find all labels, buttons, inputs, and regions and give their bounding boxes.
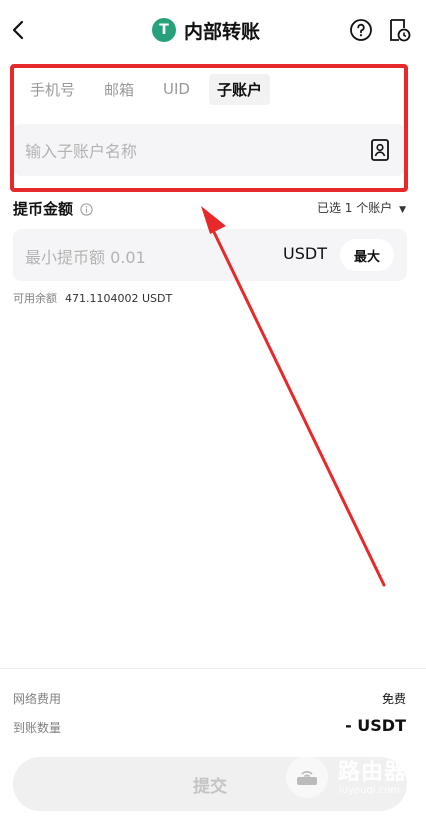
amount-label: 提币金额 — [13, 200, 74, 218]
usdt-coin-icon: T — [152, 18, 176, 42]
amount-input-placeholder: 最小提币额 0.01 — [25, 248, 146, 267]
amount-input[interactable]: 最小提币额 0.01 USDT 最大 — [13, 229, 407, 281]
selected-accounts-label: 已选 1 个账户 — [316, 201, 393, 215]
help-icon[interactable] — [349, 18, 373, 42]
history-record-icon[interactable] — [387, 17, 411, 43]
caret-down-icon: ▼ — [399, 205, 406, 215]
watermark-name: 路由器 — [338, 760, 408, 785]
info-icon[interactable] — [80, 201, 93, 216]
max-button[interactable]: 最大 — [340, 239, 394, 271]
available-balance: 可用余额 471.1104002 USDT — [13, 290, 172, 306]
watermark-site: luyouqi.com — [339, 785, 401, 796]
back-icon[interactable] — [8, 16, 32, 44]
divider — [0, 668, 426, 669]
page-title-group: T 内部转账 — [152, 14, 260, 46]
available-balance-label: 可用余额 — [13, 292, 57, 305]
page-title: 内部转账 — [184, 20, 261, 43]
highlight-annotation-box — [10, 64, 408, 192]
network-fee-label: 网络费用 — [13, 692, 62, 706]
selected-accounts-dropdown[interactable]: 已选 1 个账户 ▼ — [317, 199, 406, 216]
amount-unit: USDT — [283, 244, 327, 263]
watermark-logo: 路由器 luyouqi.com — [286, 754, 416, 804]
receive-amount-value: - USDT — [345, 716, 406, 735]
router-icon — [286, 756, 328, 798]
network-fee-value: 免费 — [381, 692, 406, 706]
available-balance-value: 471.1104002 USDT — [65, 292, 173, 305]
receive-amount-label: 到账数量 — [13, 721, 62, 735]
